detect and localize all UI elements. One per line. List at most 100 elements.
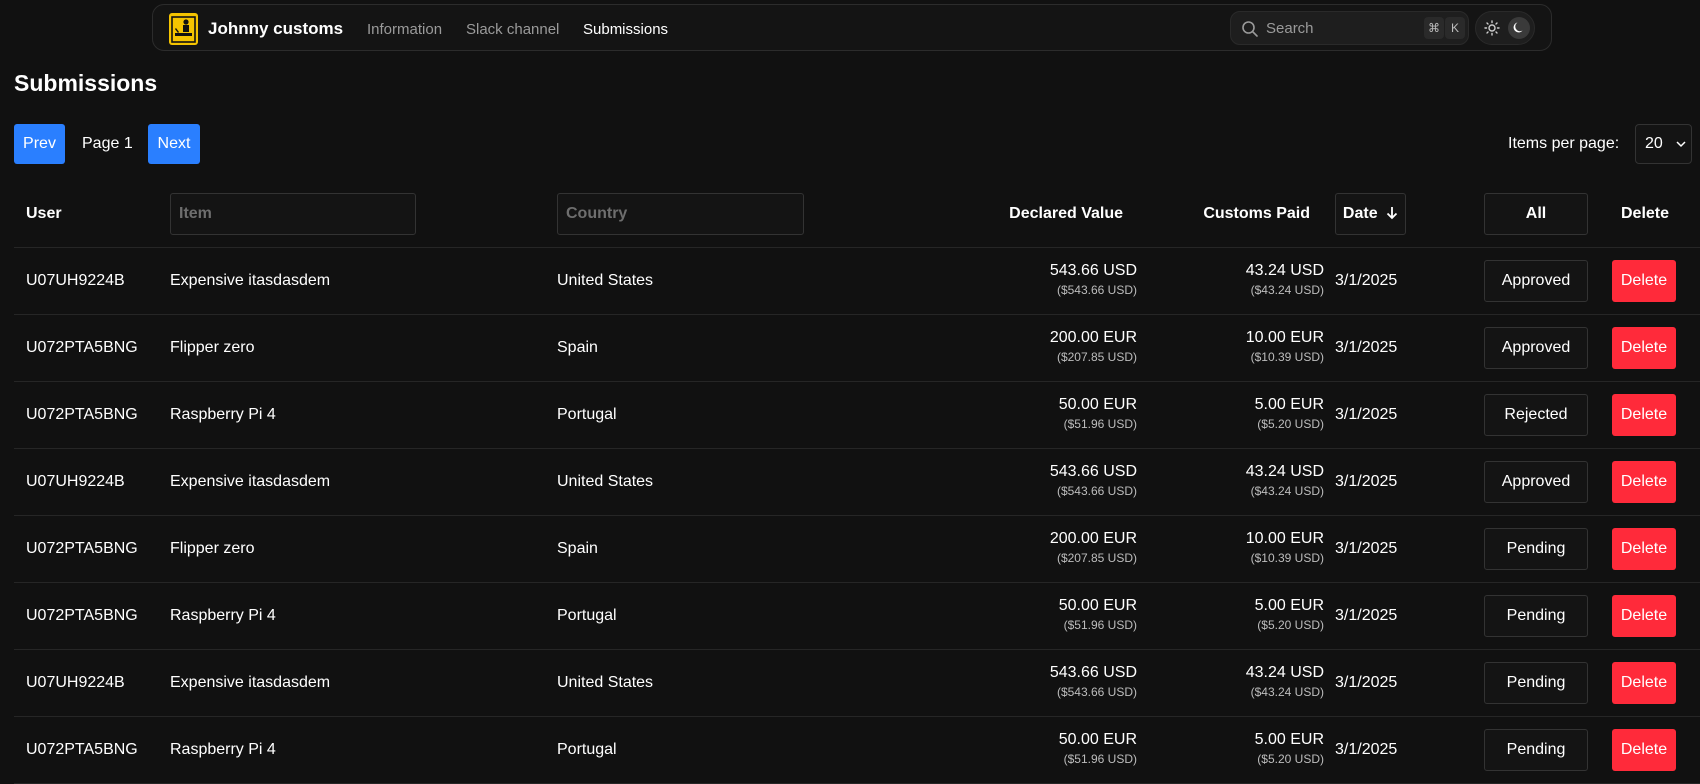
nav-link-slack-channel[interactable]: Slack channel — [466, 21, 559, 38]
delete-button[interactable]: Delete — [1612, 595, 1676, 637]
sun-icon — [1484, 20, 1500, 36]
declared-value-amount: 200.00 EUR — [1049, 329, 1137, 346]
theme-toggle[interactable] — [1475, 11, 1535, 45]
status-button[interactable]: Pending — [1484, 528, 1588, 570]
customs-paid: 5.00 EUR ($5.20 USD) — [1255, 396, 1324, 431]
status-button[interactable]: Approved — [1484, 260, 1588, 302]
table-row: U072PTA5BNG Raspberry Pi 4 Portugal 50.00 E… — [14, 583, 1700, 650]
declared-value: 543.66 USD ($543.66 USD) — [1050, 664, 1137, 699]
country-filter-input[interactable] — [557, 193, 804, 235]
kbd-cmd: ⌘ — [1424, 17, 1444, 39]
item-filter-input[interactable] — [170, 193, 416, 235]
declared-value-amount: 543.66 USD — [1049, 463, 1137, 480]
customs-paid: 10.00 EUR ($10.39 USD) — [1246, 530, 1324, 565]
declared-value: 543.66 USD ($543.66 USD) — [1050, 262, 1137, 297]
item-name: Expensive itasdasdem — [170, 272, 331, 289]
declared-value-amount: 543.66 USD — [1049, 262, 1137, 279]
country-name: United States — [557, 473, 654, 490]
date-sort-button[interactable]: Date — [1335, 193, 1406, 235]
moon-icon — [1513, 22, 1523, 33]
status-button[interactable]: Pending — [1484, 662, 1588, 704]
user-id: U072PTA5BNG — [26, 406, 138, 423]
dark-theme-button[interactable] — [1508, 17, 1530, 39]
declared-value-usd: ($51.96 USD) — [1063, 417, 1137, 431]
items-per-page-select[interactable]: 20 — [1635, 124, 1692, 164]
item-name: Expensive itasdasdem — [170, 473, 331, 490]
user-id: U07UH9224B — [26, 272, 125, 289]
customs-paid-usd: ($43.24 USD) — [1250, 685, 1324, 699]
customs-paid-amount: 5.00 EUR — [1254, 731, 1324, 748]
nav-link-information[interactable]: Information — [367, 21, 442, 38]
brand-name[interactable]: Johnny customs — [208, 19, 343, 39]
table-row: U072PTA5BNG Raspberry Pi 4 Portugal 50.00 E… — [14, 717, 1700, 784]
top-navbar: Johnny customs Information Slack channel… — [152, 4, 1552, 51]
declared-value-amount: 200.00 EUR — [1049, 530, 1137, 547]
user-id: U072PTA5BNG — [26, 339, 138, 356]
declared-value-usd: ($207.85 USD) — [1056, 350, 1137, 364]
status-button[interactable]: Pending — [1484, 729, 1588, 771]
item-name: Expensive itasdasdem — [170, 674, 331, 691]
search-icon — [1242, 21, 1258, 37]
declared-value-usd: ($543.66 USD) — [1056, 484, 1137, 498]
declared-value-amount: 50.00 EUR — [1058, 396, 1137, 413]
declared-value-amount: 50.00 EUR — [1058, 731, 1137, 748]
declared-value-amount: 50.00 EUR — [1058, 597, 1137, 614]
declared-value: 50.00 EUR ($51.96 USD) — [1059, 731, 1137, 766]
submission-date: 3/1/2025 — [1335, 607, 1398, 624]
column-header-customs-paid: Customs Paid — [1203, 205, 1310, 222]
declared-value-usd: ($51.96 USD) — [1063, 618, 1137, 632]
status-button[interactable]: Approved — [1484, 327, 1588, 369]
column-header-delete: Delete — [1621, 205, 1670, 222]
item-name: Flipper zero — [170, 339, 255, 356]
country-name: United States — [557, 674, 654, 691]
table-row: U072PTA5BNG Flipper zero Spain 200.00 EUR ($… — [14, 516, 1700, 583]
customs-logo-icon[interactable] — [169, 13, 198, 45]
items-per-page-value: 20 — [1645, 135, 1663, 152]
customs-paid-amount: 5.00 EUR — [1254, 597, 1324, 614]
prev-page-button[interactable]: Prev — [14, 124, 65, 164]
status-button[interactable]: Approved — [1484, 461, 1588, 503]
declared-value: 50.00 EUR ($51.96 USD) — [1059, 396, 1137, 431]
table-row: U07UH9224B Expensive itasdasdem United Sta… — [14, 449, 1700, 516]
customs-paid: 5.00 EUR ($5.20 USD) — [1255, 731, 1324, 766]
customs-paid: 43.24 USD ($43.24 USD) — [1246, 664, 1324, 699]
submission-date: 3/1/2025 — [1335, 674, 1398, 691]
arrow-down-icon — [1386, 207, 1398, 220]
next-page-button[interactable]: Next — [148, 124, 200, 164]
delete-button[interactable]: Delete — [1612, 394, 1676, 436]
delete-button[interactable]: Delete — [1612, 528, 1676, 570]
delete-button[interactable]: Delete — [1612, 461, 1676, 503]
customs-paid: 43.24 USD ($43.24 USD) — [1246, 262, 1324, 297]
customs-paid: 43.24 USD ($43.24 USD) — [1246, 463, 1324, 498]
delete-button[interactable]: Delete — [1612, 327, 1676, 369]
status-button[interactable]: Pending — [1484, 595, 1588, 637]
submission-date: 3/1/2025 — [1335, 540, 1398, 557]
declared-value: 50.00 EUR ($51.96 USD) — [1059, 597, 1137, 632]
submission-date: 3/1/2025 — [1335, 272, 1398, 289]
customs-paid-amount: 43.24 USD — [1245, 262, 1324, 279]
delete-button[interactable]: Delete — [1612, 729, 1676, 771]
user-id: U07UH9224B — [26, 473, 125, 490]
search-box[interactable]: Search ⌘ K — [1230, 11, 1469, 45]
customs-paid-usd: ($10.39 USD) — [1250, 350, 1324, 364]
country-name: Spain — [557, 339, 598, 356]
user-id: U07UH9224B — [26, 674, 125, 691]
customs-paid-usd: ($43.24 USD) — [1250, 283, 1324, 297]
light-theme-button[interactable] — [1481, 17, 1503, 39]
customs-paid-amount: 5.00 EUR — [1254, 396, 1324, 413]
nav-link-submissions[interactable]: Submissions — [583, 21, 668, 38]
status-filter-button[interactable]: All — [1484, 193, 1588, 235]
submission-date: 3/1/2025 — [1335, 741, 1398, 758]
customs-paid-amount: 10.00 EUR — [1245, 329, 1324, 346]
declared-value: 200.00 EUR ($207.85 USD) — [1050, 329, 1137, 364]
customs-paid: 5.00 EUR ($5.20 USD) — [1255, 597, 1324, 632]
table-row: U07UH9224B Expensive itasdasdem United Sta… — [14, 248, 1700, 315]
delete-button[interactable]: Delete — [1612, 260, 1676, 302]
country-name: United States — [557, 272, 654, 289]
item-name: Raspberry Pi 4 — [170, 406, 276, 423]
customs-paid: 10.00 EUR ($10.39 USD) — [1246, 329, 1324, 364]
status-button[interactable]: Rejected — [1484, 394, 1588, 436]
column-header-declared-value: Declared Value — [1009, 205, 1123, 222]
declared-value: 200.00 EUR ($207.85 USD) — [1050, 530, 1137, 565]
delete-button[interactable]: Delete — [1612, 662, 1676, 704]
